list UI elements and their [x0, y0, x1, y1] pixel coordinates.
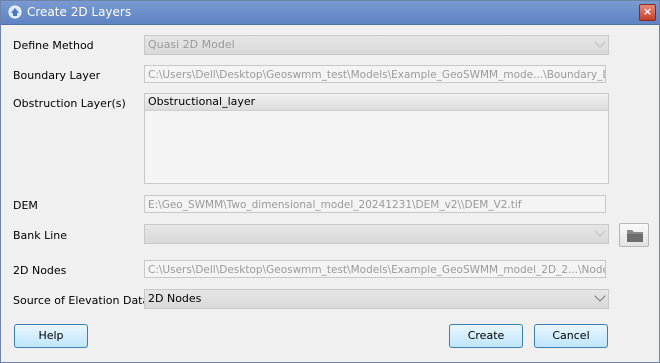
create-button[interactable]: Create — [449, 324, 523, 348]
browse-folder-button[interactable] — [619, 223, 649, 247]
help-button[interactable]: Help — [14, 324, 88, 348]
list-item[interactable]: Obstructional_layer — [145, 94, 608, 111]
boundary-layer-field[interactable]: C:\Users\Dell\Desktop\Geoswmm_test\Model… — [144, 65, 606, 83]
obstruction-layers-label: Obstruction Layer(s) — [13, 97, 126, 110]
boundary-layer-label: Boundary Layer — [13, 69, 101, 82]
chevron-down-icon — [594, 290, 606, 302]
obstruction-layers-list[interactable]: Obstructional_layer — [144, 93, 609, 184]
define-method-dropdown: Quasi 2D Model — [144, 35, 609, 55]
close-button[interactable]: × — [639, 4, 656, 21]
folder-icon — [627, 230, 643, 242]
dem-field[interactable]: E:\Geo_SWMM\Two_dimensional_model_202412… — [144, 195, 606, 213]
window-title: Create 2D Layers — [27, 5, 132, 19]
chevron-down-icon — [594, 225, 606, 237]
bank-line-label: Bank Line — [13, 229, 68, 242]
bank-line-dropdown — [144, 224, 609, 244]
source-elevation-label: Source of Elevation Data — [13, 294, 150, 307]
chevron-down-icon — [594, 36, 606, 48]
app-icon — [7, 4, 23, 20]
create-2d-layers-dialog: Create 2D Layers × Define Method Quasi 2… — [0, 0, 660, 363]
source-elevation-dropdown[interactable]: 2D Nodes — [144, 289, 609, 309]
nodes-2d-field[interactable]: C:\Users\Dell\Desktop\Geoswmm_test\Model… — [144, 260, 606, 278]
define-method-value: Quasi 2D Model — [148, 38, 235, 51]
dem-label: DEM — [13, 199, 38, 212]
dialog-body: Define Method Quasi 2D Model Boundary La… — [1, 25, 659, 362]
cancel-button[interactable]: Cancel — [534, 324, 608, 348]
define-method-label: Define Method — [13, 39, 94, 52]
source-elevation-value: 2D Nodes — [148, 292, 202, 305]
nodes-2d-label: 2D Nodes — [13, 264, 67, 277]
title-bar: Create 2D Layers × — [1, 1, 659, 25]
